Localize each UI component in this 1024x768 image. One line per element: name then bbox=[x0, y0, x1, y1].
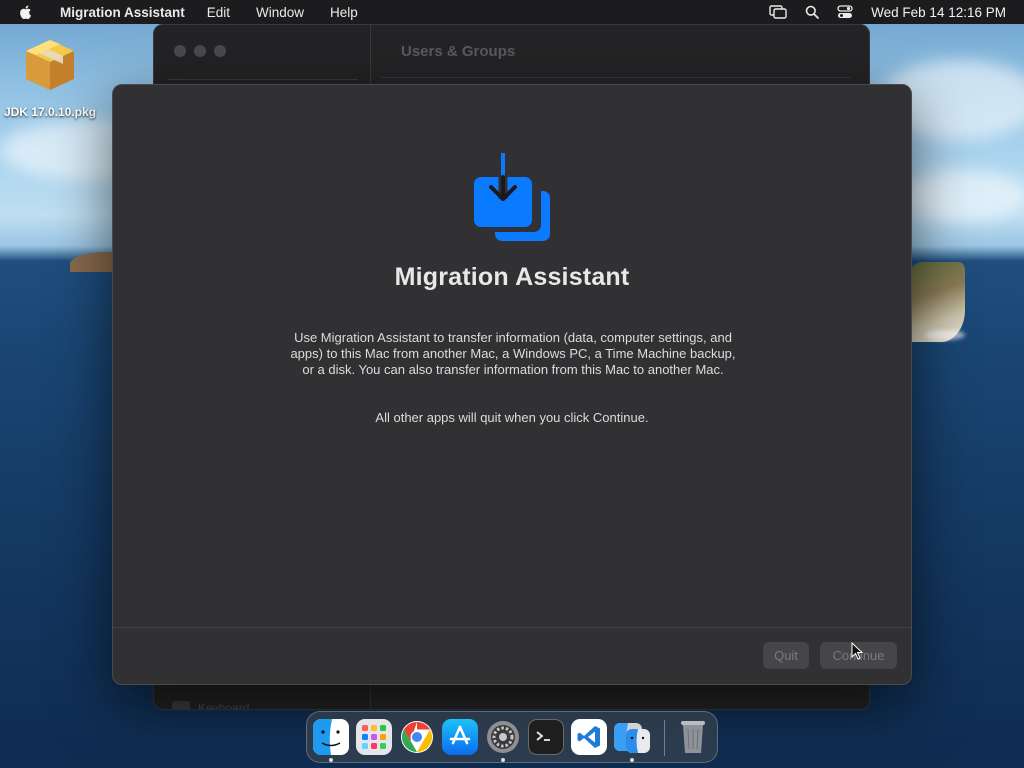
wallpaper-cloud bbox=[900, 170, 1024, 220]
quit-notice-text: All other apps will quit when you click … bbox=[375, 410, 649, 425]
spotlight-search-icon[interactable] bbox=[805, 5, 820, 19]
menu-edit[interactable]: Edit bbox=[199, 5, 238, 20]
dock-migration-assistant[interactable] bbox=[614, 719, 650, 755]
dock-running-indicator bbox=[329, 758, 333, 762]
footer-divider bbox=[113, 627, 911, 628]
migration-assistant-icon bbox=[474, 153, 550, 241]
terminal-icon bbox=[536, 731, 550, 741]
mouse-cursor-icon bbox=[851, 642, 864, 660]
window-controls bbox=[174, 45, 226, 57]
dock-separator bbox=[664, 720, 665, 756]
zoom-button[interactable] bbox=[214, 45, 226, 57]
quit-button[interactable]: Quit bbox=[763, 642, 809, 669]
dock-running-indicator bbox=[501, 758, 505, 762]
package-icon bbox=[26, 40, 74, 90]
dock-launchpad[interactable] bbox=[356, 719, 392, 755]
dock-terminal[interactable] bbox=[528, 719, 564, 755]
sidebar-item-keyboard[interactable]: Keyboard bbox=[172, 701, 250, 710]
keyboard-icon bbox=[172, 701, 190, 709]
apple-menu-icon[interactable] bbox=[18, 4, 34, 20]
migration-assistant-dock-icon bbox=[614, 723, 650, 753]
vscode-icon bbox=[577, 726, 600, 748]
dock-running-indicator bbox=[630, 758, 634, 762]
trash-icon bbox=[681, 721, 705, 753]
sidebar-item-label: Keyboard bbox=[198, 701, 250, 710]
minimize-button[interactable] bbox=[194, 45, 206, 57]
window-heading: Migration Assistant bbox=[394, 263, 630, 291]
screen-mirroring-icon[interactable] bbox=[769, 5, 787, 19]
title-divider bbox=[381, 77, 851, 78]
dock-app-store[interactable] bbox=[442, 719, 478, 755]
settings-page-title: Users & Groups bbox=[401, 43, 516, 60]
dock-vscode[interactable] bbox=[571, 719, 607, 755]
dock bbox=[306, 711, 718, 763]
dock-chrome[interactable] bbox=[399, 719, 435, 755]
desktop-file-jdk-pkg[interactable]: JDK 17.0.10.pkg bbox=[0, 34, 100, 119]
migration-assistant-window: Migration Assistant Use Migration Assist… bbox=[112, 84, 912, 685]
control-center-icon[interactable] bbox=[837, 5, 853, 19]
menu-help[interactable]: Help bbox=[322, 5, 366, 20]
close-button[interactable] bbox=[174, 45, 186, 57]
menu-app-name[interactable]: Migration Assistant bbox=[52, 5, 193, 20]
menu-window[interactable]: Window bbox=[248, 5, 312, 20]
launchpad-icon bbox=[362, 725, 386, 749]
description-text: Use Migration Assistant to transfer info… bbox=[290, 330, 736, 377]
menu-bar: Migration Assistant Edit Window Help Wed… bbox=[0, 0, 1024, 24]
sidebar-divider bbox=[168, 79, 358, 80]
finder-icon bbox=[313, 719, 349, 755]
desktop-file-label: JDK 17.0.10.pkg bbox=[3, 105, 97, 119]
dock-finder[interactable] bbox=[313, 719, 349, 755]
dock-trash[interactable] bbox=[675, 719, 711, 755]
chrome-icon bbox=[401, 721, 433, 753]
gear-icon bbox=[487, 721, 519, 753]
app-store-icon bbox=[449, 725, 471, 745]
wallpaper-foam bbox=[925, 330, 965, 340]
menu-bar-status: Wed Feb 14 12:16 PM bbox=[769, 0, 1006, 24]
dock-system-settings[interactable] bbox=[485, 719, 521, 755]
menu-bar-clock[interactable]: Wed Feb 14 12:16 PM bbox=[871, 5, 1006, 20]
